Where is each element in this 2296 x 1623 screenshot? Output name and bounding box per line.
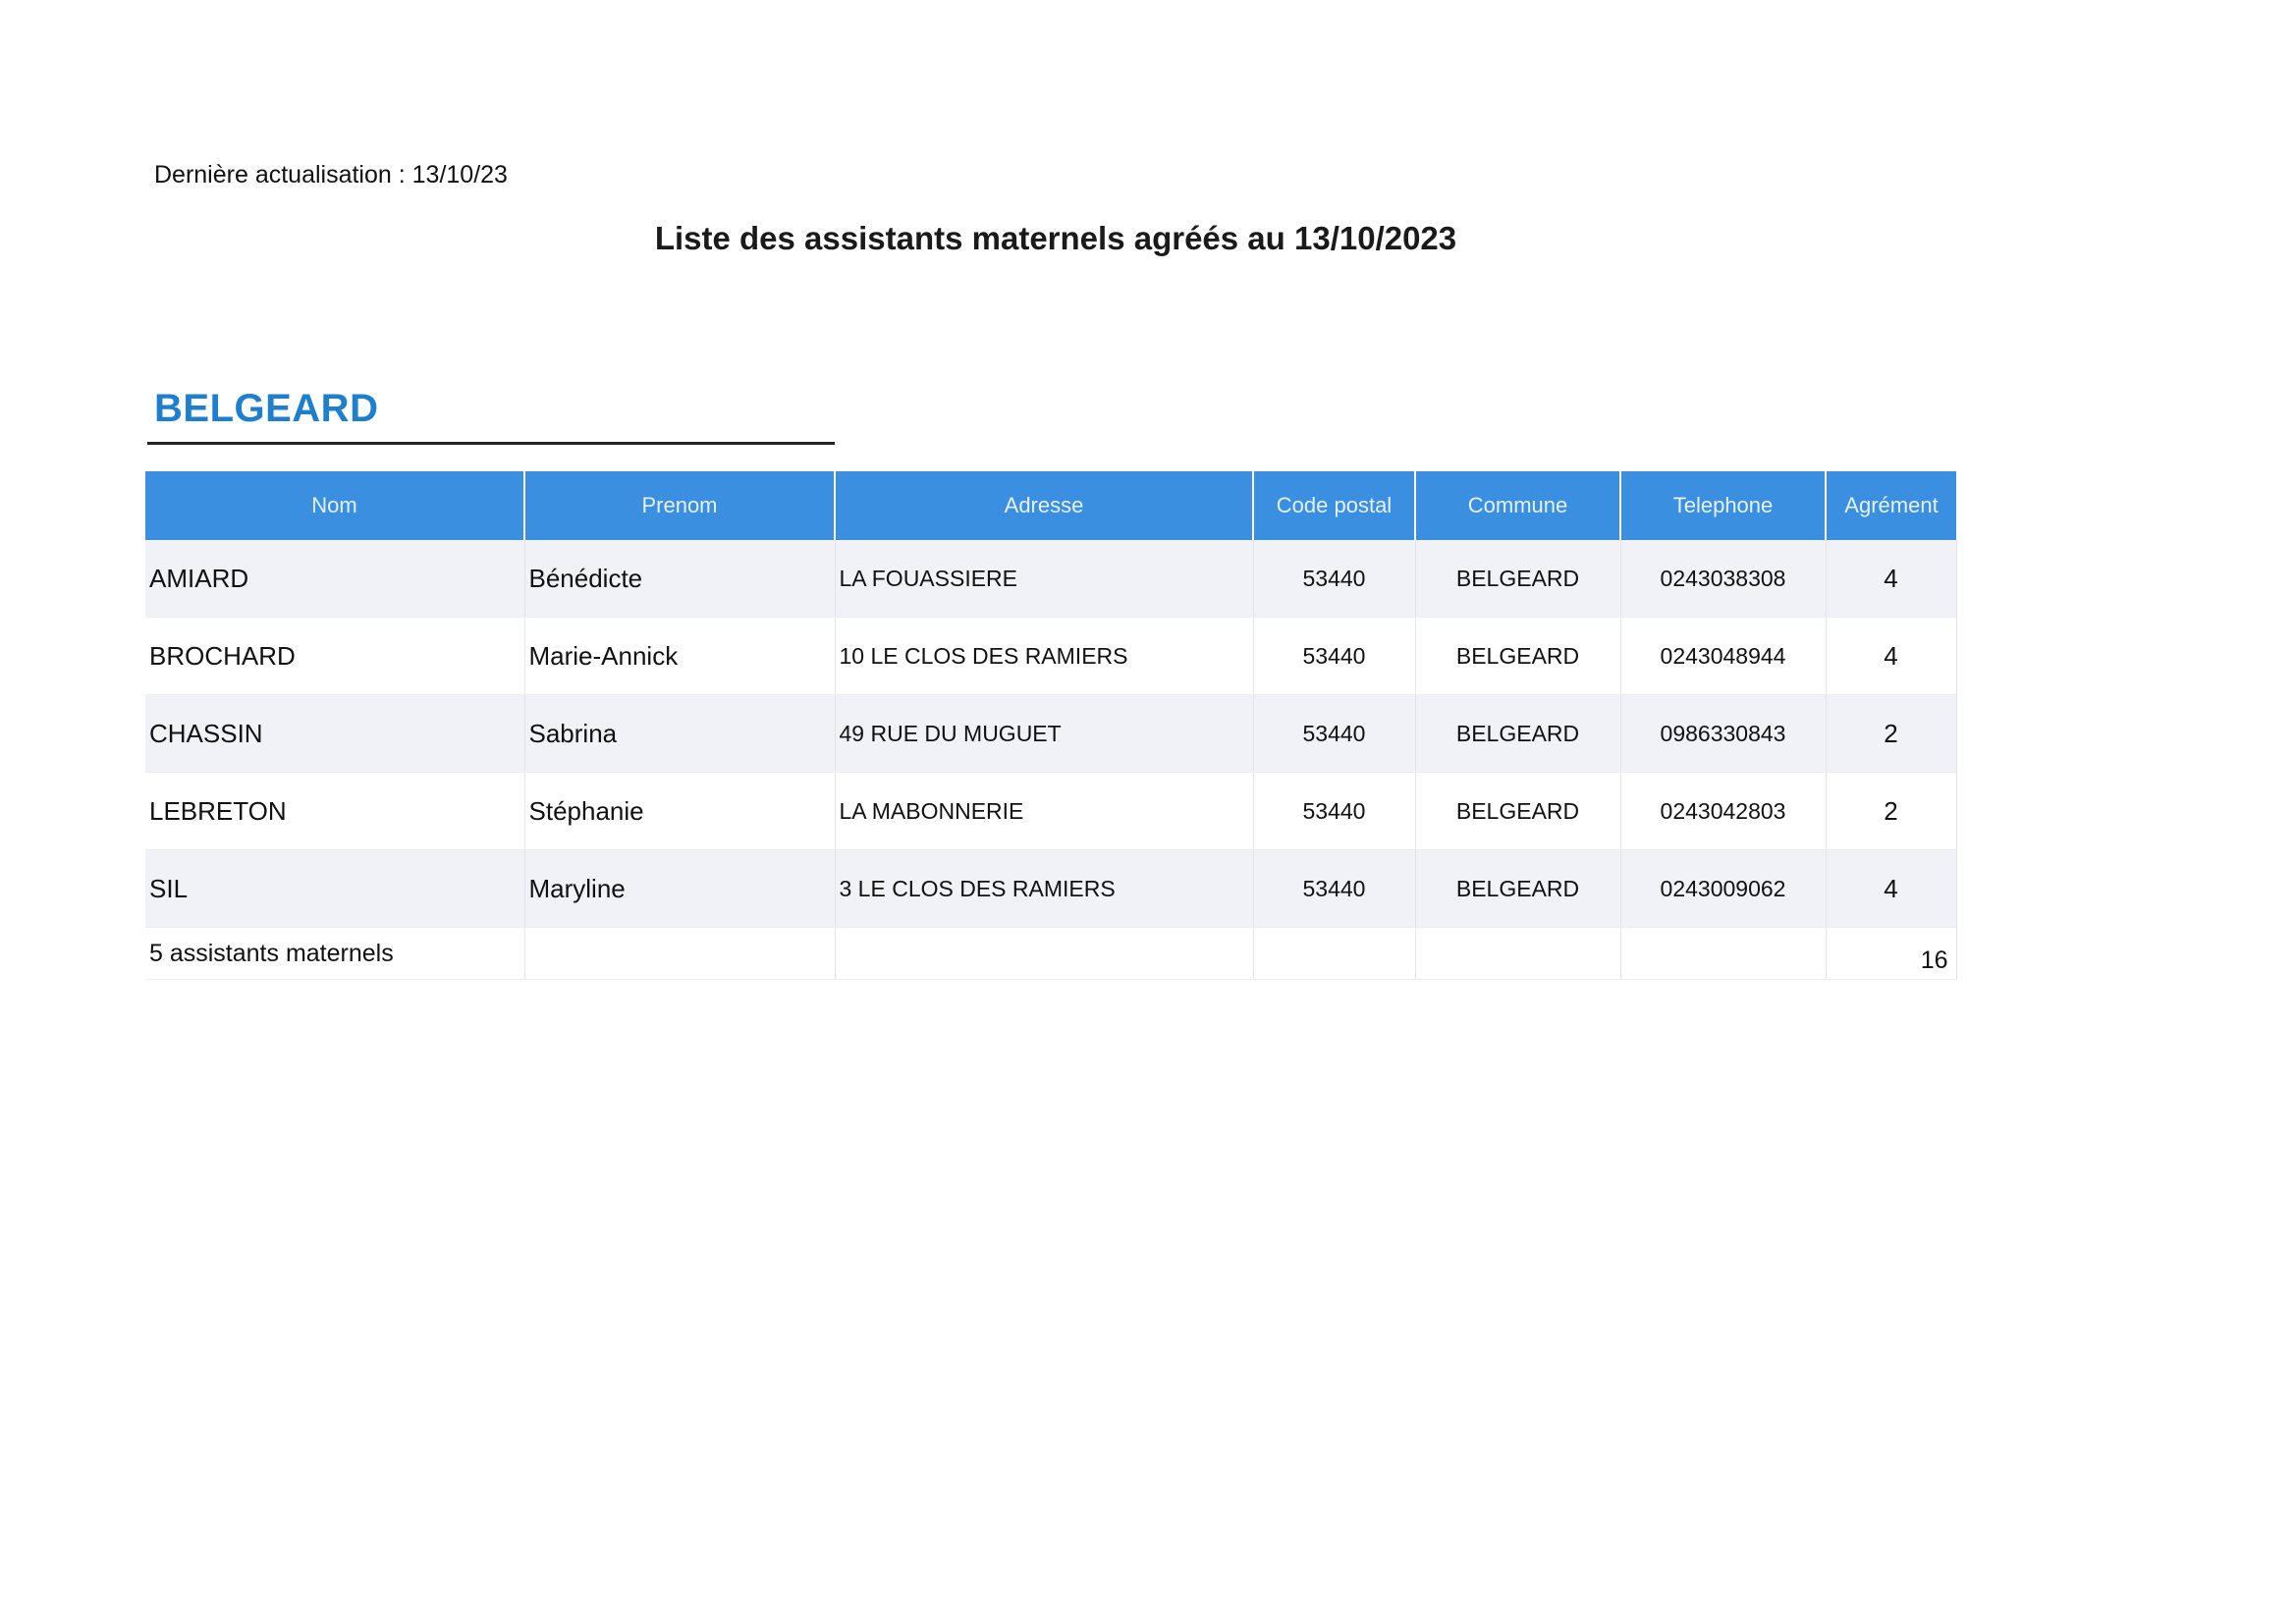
cell-nom: AMIARD (145, 540, 525, 618)
cell-code-postal: 53440 (1253, 540, 1416, 618)
cell-agrement: 2 (1826, 694, 1957, 773)
footer-empty-cell (1253, 927, 1416, 980)
cell-code-postal: 53440 (1253, 849, 1416, 928)
cell-commune: BELGEARD (1415, 849, 1621, 928)
cell-commune: BELGEARD (1415, 772, 1621, 850)
column-header-adresse: Adresse (835, 471, 1254, 540)
table-row: CHASSIN Sabrina 49 RUE DU MUGUET 53440 B… (145, 694, 1957, 773)
footer-empty-cell (835, 927, 1254, 980)
cell-code-postal: 53440 (1253, 617, 1416, 695)
footer-empty-cell (1620, 927, 1827, 980)
column-header-code-postal: Code postal (1253, 471, 1416, 540)
cell-telephone: 0243009062 (1620, 849, 1827, 928)
column-header-telephone: Telephone (1620, 471, 1827, 540)
table-row: AMIARD Bénédicte LA FOUASSIERE 53440 BEL… (145, 540, 1957, 618)
section-heading-commune: BELGEARD (154, 387, 379, 430)
footer-total-agrement: 16 (1826, 927, 1957, 980)
table-row: BROCHARD Marie-Annick 10 LE CLOS DES RAM… (145, 617, 1957, 695)
column-header-nom: Nom (145, 471, 525, 540)
cell-adresse: 3 LE CLOS DES RAMIERS (835, 849, 1254, 928)
cell-prenom: Stéphanie (524, 772, 836, 850)
cell-prenom: Bénédicte (524, 540, 836, 618)
cell-telephone: 0986330843 (1620, 694, 1827, 773)
column-header-commune: Commune (1415, 471, 1621, 540)
footer-empty-cell (1415, 927, 1621, 980)
cell-agrement: 2 (1826, 772, 1957, 850)
cell-code-postal: 53440 (1253, 772, 1416, 850)
cell-adresse: 10 LE CLOS DES RAMIERS (835, 617, 1254, 695)
table-row: LEBRETON Stéphanie LA MABONNERIE 53440 B… (145, 772, 1957, 850)
cell-telephone: 0243048944 (1620, 617, 1827, 695)
cell-adresse: LA FOUASSIERE (835, 540, 1254, 618)
cell-nom: BROCHARD (145, 617, 525, 695)
cell-nom: LEBRETON (145, 772, 525, 850)
cell-commune: BELGEARD (1415, 694, 1621, 773)
document-title: Liste des assistants maternels agréés au… (654, 220, 1457, 256)
table-footer-row: 5 assistants maternels 16 (145, 927, 1957, 980)
cell-agrement: 4 (1826, 849, 1957, 928)
table-header: Nom Prenom Adresse Code postal Commune T… (145, 471, 1956, 540)
cell-agrement: 4 (1826, 540, 1957, 618)
last-update-text: Dernière actualisation : 13/10/23 (154, 161, 508, 189)
cell-agrement: 4 (1826, 617, 1957, 695)
footer-empty-cell (524, 927, 836, 980)
cell-telephone: 0243042803 (1620, 772, 1827, 850)
cell-commune: BELGEARD (1415, 540, 1621, 618)
cell-nom: CHASSIN (145, 694, 525, 773)
cell-adresse: 49 RUE DU MUGUET (835, 694, 1254, 773)
cell-code-postal: 53440 (1253, 694, 1416, 773)
cell-prenom: Marie-Annick (524, 617, 836, 695)
cell-prenom: Maryline (524, 849, 836, 928)
section-divider (147, 442, 835, 445)
cell-adresse: LA MABONNERIE (835, 772, 1254, 850)
table-row: SIL Maryline 3 LE CLOS DES RAMIERS 53440… (145, 849, 1957, 928)
cell-nom: SIL (145, 849, 525, 928)
cell-telephone: 0243038308 (1620, 540, 1827, 618)
cell-prenom: Sabrina (524, 694, 836, 773)
assistants-table: Nom Prenom Adresse Code postal Commune T… (145, 471, 1957, 980)
column-header-prenom: Prenom (524, 471, 836, 540)
cell-commune: BELGEARD (1415, 617, 1621, 695)
column-header-agrement: Agrément (1826, 471, 1956, 540)
footer-count: 5 assistants maternels (145, 927, 525, 980)
